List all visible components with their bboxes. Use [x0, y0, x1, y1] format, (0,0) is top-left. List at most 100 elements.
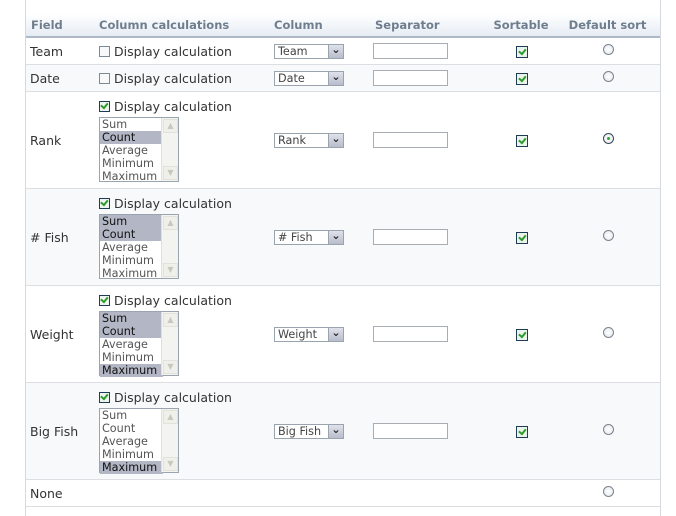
header-default-sort: Default sort: [563, 14, 660, 38]
calc-option-minimum[interactable]: Minimum: [100, 157, 163, 170]
display-calculation-label: Display calculation: [114, 292, 232, 308]
field-name: None: [26, 479, 99, 507]
chevron-up-icon[interactable]: ▲: [163, 409, 178, 424]
calc-option-minimum[interactable]: Minimum: [100, 448, 163, 461]
display-calculation-checkbox[interactable]: Display calculation: [99, 99, 274, 114]
separator-input[interactable]: [373, 229, 448, 245]
listbox-scrollbar[interactable]: ▲ ▼: [161, 117, 178, 181]
chevron-up-icon[interactable]: ▲: [163, 312, 178, 327]
calc-cell: Display calculation Sum Count Average Minim…: [99, 382, 274, 480]
calc-cell: Display calculation Sum Count Average Minim…: [99, 91, 274, 189]
sortable-checkbox[interactable]: [516, 135, 528, 148]
calc-option-count[interactable]: Count: [100, 130, 163, 144]
chevron-down-icon[interactable]: ⌄: [328, 327, 343, 341]
chevron-up-icon[interactable]: ▲: [163, 215, 178, 230]
column-settings-table: Field Column calculations Column Separat…: [26, 14, 660, 507]
default-sort-radio[interactable]: [603, 44, 614, 55]
listbox-scrollbar[interactable]: ▲ ▼: [161, 214, 178, 278]
column-select-value: Weight: [278, 327, 317, 341]
display-calculation-checkbox[interactable]: Display calculation: [99, 196, 274, 211]
checkbox-icon[interactable]: [99, 72, 110, 84]
default-sort-radio[interactable]: [603, 327, 614, 338]
column-select-value: Date: [278, 71, 305, 85]
calc-option-average[interactable]: Average: [100, 435, 163, 448]
field-name: Team: [26, 37, 99, 65]
table-row: None: [26, 479, 660, 507]
calc-option-sum[interactable]: Sum: [100, 214, 163, 228]
calc-option-average[interactable]: Average: [100, 241, 163, 254]
calc-option-maximum[interactable]: Maximum: [100, 460, 163, 474]
calc-cell: Display calculation: [99, 37, 274, 65]
default-sort-radio[interactable]: [603, 133, 614, 144]
calc-option-count[interactable]: Count: [100, 422, 163, 435]
sortable-checkbox[interactable]: [516, 46, 528, 59]
header-column: Column: [274, 14, 371, 38]
listbox-scrollbar[interactable]: ▲ ▼: [161, 408, 178, 472]
column-select-value: # Fish: [278, 230, 313, 244]
chevron-down-icon[interactable]: ⌄: [328, 424, 343, 438]
calc-option-maximum[interactable]: Maximum: [100, 170, 163, 183]
sortable-checkbox[interactable]: [516, 426, 528, 439]
checkbox-icon[interactable]: [99, 100, 110, 112]
default-sort-radio[interactable]: [603, 230, 614, 241]
calc-cell: Display calculation: [99, 64, 274, 92]
calc-option-sum[interactable]: Sum: [100, 409, 163, 422]
column-select-value: Rank: [278, 133, 306, 147]
table-row: Date Display calculation Date ⌄: [26, 64, 660, 92]
default-sort-radio[interactable]: [603, 486, 614, 497]
separator-input[interactable]: [373, 43, 448, 59]
calc-option-minimum[interactable]: Minimum: [100, 254, 163, 267]
sortable-checkbox[interactable]: [516, 73, 528, 86]
separator-input[interactable]: [373, 70, 448, 86]
chevron-down-icon[interactable]: ⌄: [328, 133, 343, 147]
separator-input[interactable]: [373, 132, 448, 148]
chevron-down-icon[interactable]: ▼: [163, 262, 178, 277]
default-sort-radio[interactable]: [603, 71, 614, 82]
field-name: Weight: [26, 285, 99, 383]
checkbox-icon[interactable]: [99, 294, 110, 306]
calc-option-minimum[interactable]: Minimum: [100, 351, 163, 364]
display-calculation-label: Display calculation: [114, 389, 232, 405]
display-calculation-checkbox[interactable]: Display calculation: [99, 71, 274, 86]
sortable-checkbox[interactable]: [516, 329, 528, 342]
display-calculation-checkbox[interactable]: Display calculation: [99, 44, 274, 59]
calculation-listbox[interactable]: Sum Count Average Minimum Maximum ▲ ▼: [99, 116, 179, 183]
column-select[interactable]: Rank ⌄: [274, 132, 344, 148]
calc-option-maximum[interactable]: Maximum: [100, 267, 163, 280]
chevron-down-icon[interactable]: ⌄: [328, 71, 343, 85]
calc-option-count[interactable]: Count: [100, 324, 163, 338]
calc-option-maximum[interactable]: Maximum: [100, 363, 163, 377]
calc-option-average[interactable]: Average: [100, 144, 163, 157]
display-calculation-label: Display calculation: [114, 98, 232, 114]
display-calculation-checkbox[interactable]: Display calculation: [99, 293, 274, 308]
calculation-listbox[interactable]: Sum Count Average Minimum Maximum ▲ ▼: [99, 310, 179, 377]
column-select[interactable]: Team ⌄: [274, 43, 344, 59]
listbox-scrollbar[interactable]: ▲ ▼: [161, 311, 178, 375]
chevron-down-icon[interactable]: ▼: [163, 165, 178, 180]
calc-option-sum[interactable]: Sum: [100, 311, 163, 325]
column-select[interactable]: # Fish ⌄: [274, 229, 344, 245]
sortable-checkbox[interactable]: [516, 232, 528, 245]
checkbox-icon[interactable]: [99, 197, 110, 209]
chevron-down-icon[interactable]: ▼: [163, 359, 178, 374]
display-calculation-checkbox[interactable]: Display calculation: [99, 390, 274, 405]
column-select[interactable]: Weight ⌄: [274, 326, 344, 342]
column-select[interactable]: Date ⌄: [274, 70, 344, 86]
checkbox-icon[interactable]: [99, 45, 110, 57]
column-select[interactable]: Big Fish ⌄: [274, 423, 344, 439]
chevron-up-icon[interactable]: ▲: [163, 118, 178, 133]
field-name: Date: [26, 64, 99, 92]
separator-input[interactable]: [373, 423, 448, 439]
calc-option-average[interactable]: Average: [100, 338, 163, 351]
calc-option-sum[interactable]: Sum: [100, 118, 163, 131]
separator-input[interactable]: [373, 326, 448, 342]
chevron-down-icon[interactable]: ⌄: [328, 44, 343, 58]
display-calculation-label: Display calculation: [114, 43, 232, 59]
checkbox-icon[interactable]: [99, 391, 110, 403]
chevron-down-icon[interactable]: ▼: [163, 456, 178, 471]
calc-option-count[interactable]: Count: [100, 227, 163, 241]
calculation-listbox[interactable]: Sum Count Average Minimum Maximum ▲ ▼: [99, 213, 179, 280]
default-sort-radio[interactable]: [603, 424, 614, 435]
calculation-listbox[interactable]: Sum Count Average Minimum Maximum ▲ ▼: [99, 407, 179, 474]
chevron-down-icon[interactable]: ⌄: [328, 230, 343, 244]
